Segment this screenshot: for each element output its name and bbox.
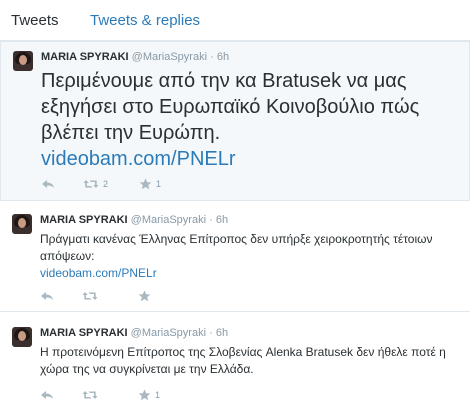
retweet-icon <box>82 391 98 399</box>
separator-dot: · <box>210 51 214 63</box>
author-name[interactable]: MARIA SPYRAKI <box>41 51 129 63</box>
favorite-count: 1 <box>155 390 161 400</box>
tweet-body: Η προτεινόμενη Επίτροπος της Σλοβενίας A… <box>40 345 446 376</box>
tweet-text: Πράγματι κανένας Έλληνας Επίτροπος δεν υ… <box>40 231 460 282</box>
author-name[interactable]: MARIA SPYRAKI <box>40 327 128 339</box>
retweet-icon <box>82 292 98 300</box>
tweet-item[interactable]: MARIA SPYRAKI @MariaSpyraki · 6h Περιμέν… <box>0 41 470 201</box>
avatar[interactable] <box>13 51 33 71</box>
reply-button[interactable] <box>41 178 55 190</box>
tweet-body: Περιμένουμε από την κα Bratusek να μας ε… <box>41 70 420 144</box>
retweet-icon <box>83 180 99 188</box>
favorite-count: 1 <box>156 179 162 189</box>
tweet-time[interactable]: 6h <box>217 51 229 63</box>
tweet-text: Περιμένουμε από την κα Bratusek να μας ε… <box>41 68 461 172</box>
tweet-item[interactable]: MARIA SPYRAKI @MariaSpyraki · 6h Πράγματ… <box>0 202 470 312</box>
separator-dot: · <box>209 214 213 226</box>
reply-icon <box>41 391 53 399</box>
tweet-header: MARIA SPYRAKI @MariaSpyraki · 6h <box>40 327 228 339</box>
retweet-button[interactable] <box>82 389 102 401</box>
tweet-text: Η προτεινόμενη Επίτροπος της Σλοβενίας A… <box>40 344 460 378</box>
tab-tweets-and-replies[interactable]: Tweets & replies <box>90 12 200 29</box>
retweet-count: 2 <box>103 179 109 189</box>
tweet-header: MARIA SPYRAKI @MariaSpyraki · 6h <box>40 214 228 226</box>
tweet-item[interactable]: MARIA SPYRAKI @MariaSpyraki · 6h Η προτε… <box>0 313 470 410</box>
tweet-time[interactable]: 6h <box>216 214 228 226</box>
tab-tweets[interactable]: Tweets <box>11 12 59 29</box>
retweet-button[interactable]: 2 <box>83 178 108 190</box>
favorite-button[interactable]: 1 <box>139 178 161 190</box>
favorite-button[interactable] <box>138 290 155 302</box>
favorite-button[interactable]: 1 <box>138 389 160 401</box>
star-icon <box>139 178 152 190</box>
reply-button[interactable] <box>40 290 54 302</box>
avatar[interactable] <box>12 327 32 347</box>
profile-tabs: Tweets Tweets & replies <box>0 0 470 41</box>
author-handle[interactable]: @MariaSpyraki <box>131 214 206 226</box>
author-handle[interactable]: @MariaSpyraki <box>131 327 206 339</box>
author-name[interactable]: MARIA SPYRAKI <box>40 214 128 226</box>
reply-button[interactable] <box>40 389 54 401</box>
author-handle[interactable]: @MariaSpyraki <box>132 51 207 63</box>
tweet-body: Πράγματι κανένας Έλληνας Επίτροπος δεν υ… <box>40 232 433 263</box>
avatar[interactable] <box>12 214 32 234</box>
separator-dot: · <box>209 327 213 339</box>
tweet-link[interactable]: videobam.com/PNELr <box>41 146 461 172</box>
retweet-button[interactable] <box>82 290 102 302</box>
reply-icon <box>42 180 54 188</box>
tweet-header: MARIA SPYRAKI @MariaSpyraki · 6h <box>41 51 229 63</box>
star-icon <box>138 389 151 401</box>
tweet-time[interactable]: 6h <box>216 327 228 339</box>
reply-icon <box>41 292 53 300</box>
star-icon <box>138 290 151 302</box>
tweet-link[interactable]: videobam.com/PNELr <box>40 265 460 282</box>
